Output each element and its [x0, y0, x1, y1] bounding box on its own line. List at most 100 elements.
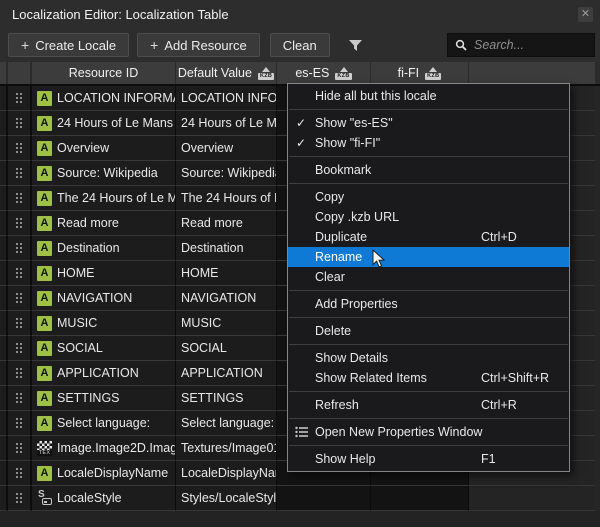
- scrollbar-track[interactable]: [595, 461, 600, 486]
- default-value-cell[interactable]: LOCATION INFOR: [176, 86, 277, 111]
- scrollbar-track[interactable]: [595, 486, 600, 511]
- clean-button[interactable]: Clean: [270, 33, 330, 57]
- resource-id-cell[interactable]: AHOME: [32, 261, 176, 286]
- default-value-cell[interactable]: MUSIC: [176, 311, 277, 336]
- row-drag-handle[interactable]: [8, 136, 32, 161]
- scrollbar-track[interactable]: [595, 211, 600, 236]
- fi-fi-cell[interactable]: [371, 486, 469, 511]
- menu-item-show-related-items[interactable]: Show Related ItemsCtrl+Shift+R: [288, 368, 569, 388]
- column-header-es-es[interactable]: es-ES KZB: [277, 62, 371, 84]
- menu-item-show-fi-fi[interactable]: ✓Show "fi-FI": [288, 133, 569, 153]
- menu-item-add-properties[interactable]: Add Properties: [288, 294, 569, 314]
- default-value-cell[interactable]: Select language:: [176, 411, 277, 436]
- menu-item-show-es-es[interactable]: ✓Show "es-ES": [288, 113, 569, 133]
- resource-id-cell[interactable]: ALOCATION INFORMAT: [32, 86, 176, 111]
- column-header-fi-fi[interactable]: fi-FI KZB: [371, 62, 469, 84]
- resource-id-cell[interactable]: ASETTINGS: [32, 386, 176, 411]
- row-drag-handle[interactable]: [8, 286, 32, 311]
- checkmark-icon: ✓: [296, 116, 306, 130]
- default-value-cell[interactable]: SETTINGS: [176, 386, 277, 411]
- add-resource-button[interactable]: + Add Resource: [137, 33, 260, 57]
- row-drag-handle[interactable]: [8, 461, 32, 486]
- resource-id-cell[interactable]: TEXImage.Image2D.Imag: [32, 436, 176, 461]
- resource-id-cell[interactable]: ASource: Wikipedia: [32, 161, 176, 186]
- menu-item-delete[interactable]: Delete: [288, 321, 569, 341]
- row-drag-handle[interactable]: [8, 161, 32, 186]
- default-value-cell[interactable]: Destination: [176, 236, 277, 261]
- default-value-cell[interactable]: APPLICATION: [176, 361, 277, 386]
- row-drag-handle[interactable]: [8, 386, 32, 411]
- scrollbar-track[interactable]: [595, 411, 600, 436]
- es-es-cell[interactable]: [277, 486, 371, 511]
- row-drag-handle[interactable]: [8, 336, 32, 361]
- row-drag-handle[interactable]: [8, 86, 32, 111]
- default-value-cell[interactable]: HOME: [176, 261, 277, 286]
- resource-id-cell[interactable]: ASelect language:: [32, 411, 176, 436]
- menu-item-hide-all-but-this-locale[interactable]: Hide all but this locale: [288, 86, 569, 106]
- default-value-cell[interactable]: Textures/Image01: [176, 436, 277, 461]
- resource-id-cell[interactable]: ARead more: [32, 211, 176, 236]
- default-value-cell[interactable]: LocaleDisplayNam: [176, 461, 277, 486]
- scrollbar-track[interactable]: [595, 236, 600, 261]
- row-drag-handle[interactable]: [8, 436, 32, 461]
- menu-item-copy-kzb-url[interactable]: Copy .kzb URL: [288, 207, 569, 227]
- scrollbar-track[interactable]: [595, 62, 600, 84]
- menu-item-clear[interactable]: Clear: [288, 267, 569, 287]
- row-drag-handle[interactable]: [8, 361, 32, 386]
- row-drag-handle[interactable]: [8, 411, 32, 436]
- scrollbar-track[interactable]: [595, 386, 600, 411]
- default-value-cell[interactable]: 24 Hours of Le Ma: [176, 111, 277, 136]
- plus-icon: +: [150, 37, 158, 53]
- default-value-cell[interactable]: Styles/LocaleStyle: [176, 486, 277, 511]
- scrollbar-track[interactable]: [595, 136, 600, 161]
- menu-item-show-help[interactable]: Show HelpF1: [288, 449, 569, 469]
- row-drag-handle[interactable]: [8, 311, 32, 336]
- menu-item-duplicate[interactable]: DuplicateCtrl+D: [288, 227, 569, 247]
- close-icon[interactable]: ✕: [578, 7, 593, 22]
- menu-item-rename[interactable]: Rename: [288, 247, 569, 267]
- search-input[interactable]: Search...: [447, 33, 595, 57]
- menu-item-copy[interactable]: Copy: [288, 187, 569, 207]
- resource-id-cell[interactable]: ASOCIAL: [32, 336, 176, 361]
- default-value-cell[interactable]: SOCIAL: [176, 336, 277, 361]
- row-drag-handle[interactable]: [8, 186, 32, 211]
- scrollbar-track[interactable]: [595, 286, 600, 311]
- column-header-default-value[interactable]: Default Value KZB: [176, 62, 277, 84]
- row-drag-handle[interactable]: [8, 486, 32, 511]
- create-locale-button[interactable]: + Create Locale: [8, 33, 129, 57]
- default-value-cell[interactable]: Read more: [176, 211, 277, 236]
- scrollbar-track[interactable]: [595, 111, 600, 136]
- scrollbar-track[interactable]: [595, 336, 600, 361]
- resource-id-cell[interactable]: AAPPLICATION: [32, 361, 176, 386]
- resource-id-cell[interactable]: SLocaleStyle: [32, 486, 176, 511]
- scrollbar-track[interactable]: [595, 86, 600, 111]
- menu-item-open-new-properties-window[interactable]: Open New Properties Window: [288, 422, 569, 442]
- row-drag-handle[interactable]: [8, 111, 32, 136]
- menu-item-bookmark[interactable]: Bookmark: [288, 160, 569, 180]
- row-drag-handle[interactable]: [8, 236, 32, 261]
- filter-icon[interactable]: [348, 38, 364, 52]
- scrollbar-track[interactable]: [595, 361, 600, 386]
- resource-id-cell[interactable]: ALocaleDisplayName: [32, 461, 176, 486]
- resource-id-cell[interactable]: AOverview: [32, 136, 176, 161]
- default-value-cell[interactable]: Overview: [176, 136, 277, 161]
- resource-id-cell[interactable]: AThe 24 Hours of Le M: [32, 186, 176, 211]
- scrollbar-track[interactable]: [595, 261, 600, 286]
- scrollbar-track[interactable]: [595, 161, 600, 186]
- default-value-cell[interactable]: The 24 Hours of L: [176, 186, 277, 211]
- resource-id-cell[interactable]: AMUSIC: [32, 311, 176, 336]
- column-header-resource-id[interactable]: Resource ID: [32, 62, 176, 84]
- scrollbar-track[interactable]: [595, 436, 600, 461]
- default-value-cell[interactable]: Source: Wikipedia: [176, 161, 277, 186]
- menu-item-show-details[interactable]: Show Details: [288, 348, 569, 368]
- scrollbar-track[interactable]: [595, 311, 600, 336]
- resource-id-cell[interactable]: ADestination: [32, 236, 176, 261]
- row-drag-handle[interactable]: [8, 261, 32, 286]
- row-drag-handle[interactable]: [8, 211, 32, 236]
- menu-item-refresh[interactable]: RefreshCtrl+R: [288, 395, 569, 415]
- default-value-cell[interactable]: NAVIGATION: [176, 286, 277, 311]
- scrollbar-track[interactable]: [595, 186, 600, 211]
- resource-id-cell[interactable]: A24 Hours of Le Mans: [32, 111, 176, 136]
- table-row[interactable]: SLocaleStyleStyles/LocaleStyle: [0, 486, 600, 511]
- resource-id-cell[interactable]: ANAVIGATION: [32, 286, 176, 311]
